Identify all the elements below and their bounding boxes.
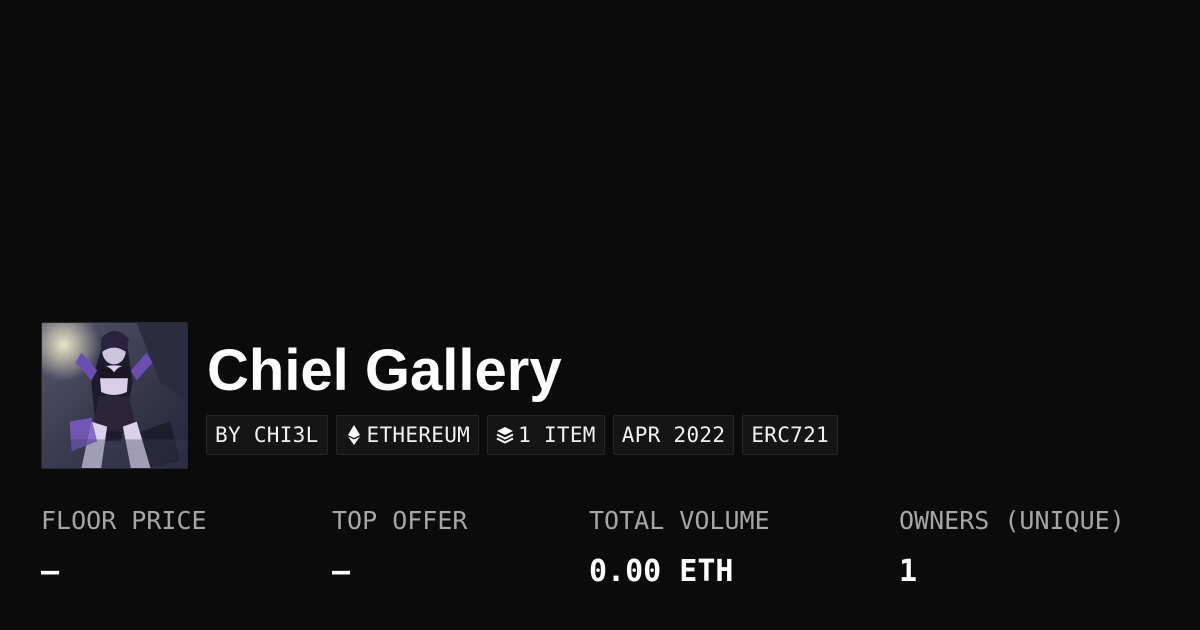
stat-label: OWNERS (UNIQUE): [899, 506, 1125, 535]
stat-owners: OWNERS (UNIQUE) 1: [899, 505, 1125, 589]
stat-label: TOTAL VOLUME: [589, 506, 770, 535]
items-chip-label: 1 ITEM: [518, 423, 596, 447]
collection-title: Chiel Gallery: [207, 338, 562, 403]
stat-value: 0.00 ETH: [589, 554, 734, 589]
collection-avatar: [41, 322, 188, 469]
layers-icon: [496, 425, 514, 445]
date-chip-label: APR 2022: [621, 423, 726, 447]
stat-label: TOP OFFER: [332, 506, 468, 535]
stat-value: —: [41, 554, 60, 589]
date-chip: APR 2022: [612, 415, 735, 455]
stat-value: 1: [899, 554, 918, 589]
chain-chip-label: ETHEREUM: [366, 423, 471, 447]
stat-floor-price: FLOOR PRICE —: [41, 505, 207, 589]
standard-chip-label: ERC721: [751, 423, 829, 447]
stat-value: —: [332, 554, 351, 589]
stat-total-volume: TOTAL VOLUME 0.00 ETH: [589, 505, 770, 589]
creator-chip-label: BY CHI3L: [215, 423, 319, 447]
stat-label: FLOOR PRICE: [41, 506, 207, 535]
chain-chip[interactable]: ETHEREUM: [335, 415, 480, 455]
standard-chip: ERC721: [742, 415, 838, 455]
creator-chip[interactable]: BY CHI3L: [206, 415, 328, 455]
collection-meta-chips: BY CHI3L ETHEREUM 1 ITEM APR 2022 ERC721: [206, 415, 838, 455]
stat-top-offer: TOP OFFER —: [332, 505, 467, 589]
items-chip[interactable]: 1 ITEM: [487, 415, 605, 455]
collection-avatar-image: [42, 323, 187, 468]
ethereum-icon: [345, 425, 363, 445]
